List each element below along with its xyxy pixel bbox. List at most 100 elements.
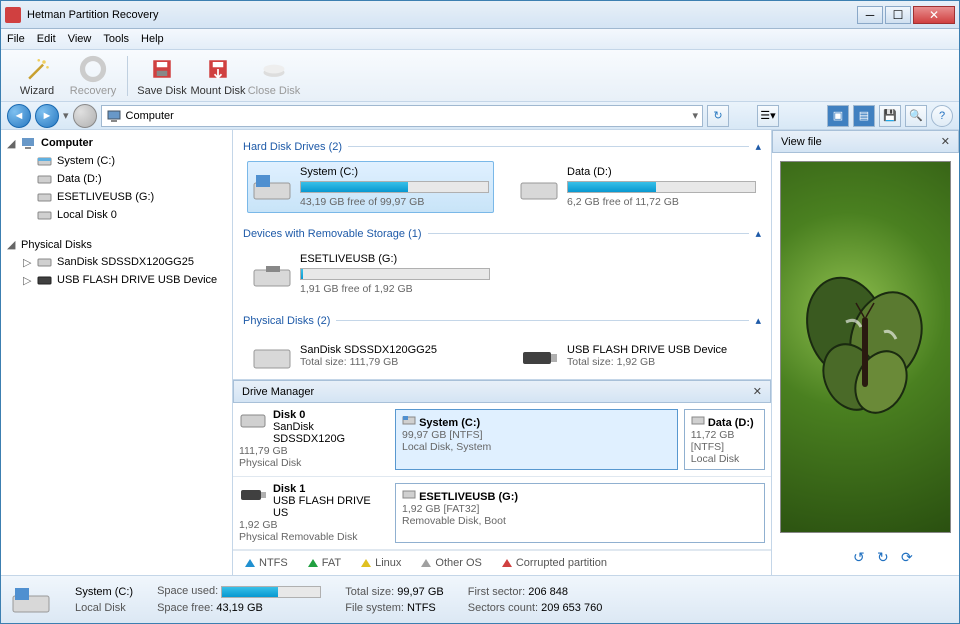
hdd-icon (37, 255, 53, 269)
maximize-button[interactable]: ☐ (885, 6, 911, 24)
rotate-left-button[interactable]: ↺ (853, 549, 871, 567)
tree-esetliveusb[interactable]: ESETLIVEUSB (G:) (5, 188, 228, 206)
drive-icon (691, 414, 705, 426)
floppy-mount-icon (204, 55, 232, 83)
forward-button[interactable]: ► (35, 104, 59, 128)
wizard-button[interactable]: Wizard (9, 55, 65, 97)
search-button[interactable]: 🔍 (905, 105, 927, 127)
drive-icon (252, 258, 292, 290)
tree-data-d[interactable]: Data (D:) (5, 170, 228, 188)
panel-button-1[interactable]: ▣ (827, 105, 849, 127)
drive-icon (402, 488, 416, 500)
recovery-button: Recovery (65, 55, 121, 97)
drive-icon (252, 171, 292, 203)
menubar: File Edit View Tools Help (1, 29, 959, 50)
computer-icon (21, 136, 37, 150)
disk-close-icon (260, 55, 288, 83)
close-disk-button: Close Disk (246, 55, 302, 97)
address-dropdown-icon[interactable]: ▾ (692, 109, 698, 122)
drive-manager-header: Drive Manager ✕ (233, 380, 771, 403)
dm-partition-system[interactable]: System (C:) 99,97 GB [NTFS] Local Disk, … (395, 409, 678, 470)
rotate-right-button[interactable]: ↻ (877, 549, 895, 567)
navbar: ◄ ► ▾ Computer ▾ ↻ ☰▾ ▣ ▤ 💾 🔍 ? (1, 102, 959, 130)
floppy-save-icon (148, 55, 176, 83)
drive-icon (37, 208, 53, 222)
dm-partition-data[interactable]: Data (D:) 11,72 GB [NTFS] Local Disk (684, 409, 765, 470)
statusbar: System (C:) Local Disk Space used: Space… (1, 575, 959, 623)
view-options-button[interactable]: ☰▾ (757, 105, 779, 127)
tree-usb-flash[interactable]: ▷ USB FLASH DRIVE USB Device (5, 271, 228, 289)
drive-system-c[interactable]: System (C:) 43,19 GB free of 99,97 GB (247, 161, 494, 213)
tree-physical-disks[interactable]: ◢ Physical Disks (5, 236, 228, 253)
drive-manager-panel: Drive Manager ✕ Disk 0 SanDisk SDSSDX120… (233, 379, 771, 575)
preview-image (780, 161, 951, 533)
usb-icon (519, 340, 559, 372)
help-button[interactable]: ? (931, 105, 953, 127)
butterfly-icon (796, 267, 936, 427)
up-button[interactable] (73, 104, 97, 128)
chevron-up-icon[interactable]: ▴ (755, 140, 761, 153)
hdd-icon (239, 409, 267, 431)
usb-icon (37, 273, 53, 287)
close-icon[interactable]: ✕ (941, 135, 950, 148)
chevron-up-icon[interactable]: ▴ (755, 227, 761, 240)
tree-computer[interactable]: ◢ Computer (5, 134, 228, 152)
refresh-preview-button[interactable]: ⟳ (901, 549, 919, 567)
drive-icon (519, 171, 559, 203)
computer-icon (106, 108, 122, 124)
phys-usb-flash[interactable]: USB FLASH DRIVE USB Device Total size: 1… (514, 335, 761, 377)
window-title: Hetman Partition Recovery (27, 9, 857, 21)
close-button[interactable]: ✕ (913, 6, 955, 24)
hdd-icon (252, 340, 292, 372)
drive-icon (11, 584, 51, 616)
drive-icon (37, 172, 53, 186)
tree-local-disk-0[interactable]: Local Disk 0 (5, 206, 228, 224)
drive-icon (37, 190, 53, 204)
drive-icon (402, 414, 416, 426)
menu-view[interactable]: View (68, 33, 92, 45)
mount-disk-button[interactable]: Mount Disk (190, 55, 246, 97)
section-removable[interactable]: Devices with Removable Storage (1)▴ (243, 223, 761, 244)
legend-linux: Linux (361, 557, 401, 569)
legend: NTFS FAT Linux Other OS Corrupted partit… (233, 550, 771, 575)
toolbar: Wizard Recovery Save Disk Mount Disk Clo… (1, 50, 959, 102)
menu-file[interactable]: File (7, 33, 25, 45)
usb-icon (239, 483, 267, 505)
tree-system-c[interactable]: System (C:) (5, 152, 228, 170)
panel-button-2[interactable]: ▤ (853, 105, 875, 127)
legend-fat: FAT (308, 557, 341, 569)
dm-partition-eset[interactable]: ESETLIVEUSB (G:) 1,92 GB [FAT32] Removab… (395, 483, 765, 543)
viewfile-header: View file ✕ (772, 130, 959, 153)
menu-edit[interactable]: Edit (37, 33, 56, 45)
wand-icon (23, 55, 51, 83)
dm-disk1[interactable]: Disk 1 USB FLASH DRIVE US 1,92 GB Physic… (239, 483, 389, 543)
save-disk-button[interactable]: Save Disk (134, 55, 190, 97)
app-icon (5, 7, 21, 23)
history-dropdown-icon[interactable]: ▾ (63, 109, 69, 122)
drive-data-d[interactable]: Data (D:) 6,2 GB free of 11,72 GB (514, 161, 761, 213)
sidebar-tree: ◢ Computer System (C:) Data (D:) ESETLIV… (1, 130, 233, 575)
section-physical[interactable]: Physical Disks (2)▴ (243, 310, 761, 331)
legend-other: Other OS (421, 557, 481, 569)
legend-ntfs: NTFS (245, 557, 288, 569)
save-icon-button[interactable]: 💾 (879, 105, 901, 127)
status-drive-type: Local Disk (75, 602, 133, 614)
dm-disk0[interactable]: Disk 0 SanDisk SDSSDX120G 111,79 GB Phys… (239, 409, 389, 470)
titlebar: Hetman Partition Recovery ─ ☐ ✕ (1, 1, 959, 29)
refresh-button[interactable]: ↻ (707, 105, 729, 127)
close-icon[interactable]: ✕ (753, 385, 762, 398)
drive-icon (37, 154, 53, 168)
tree-sandisk[interactable]: ▷ SanDisk SDSSDX120GG25 (5, 253, 228, 271)
address-bar[interactable]: Computer ▾ (101, 105, 703, 127)
phys-sandisk[interactable]: SanDisk SDSSDX120GG25 Total size: 111,79… (247, 335, 494, 377)
legend-corrupt: Corrupted partition (502, 557, 607, 569)
minimize-button[interactable]: ─ (857, 6, 883, 24)
menu-tools[interactable]: Tools (103, 33, 129, 45)
menu-help[interactable]: Help (141, 33, 164, 45)
section-hdd[interactable]: Hard Disk Drives (2)▴ (243, 136, 761, 157)
drive-esetliveusb[interactable]: ESETLIVEUSB (G:) 1,91 GB free of 1,92 GB (247, 248, 495, 300)
status-drive-name: System (C:) (75, 586, 133, 598)
back-button[interactable]: ◄ (7, 104, 31, 128)
lifebuoy-icon (79, 55, 107, 83)
chevron-up-icon[interactable]: ▴ (755, 314, 761, 327)
